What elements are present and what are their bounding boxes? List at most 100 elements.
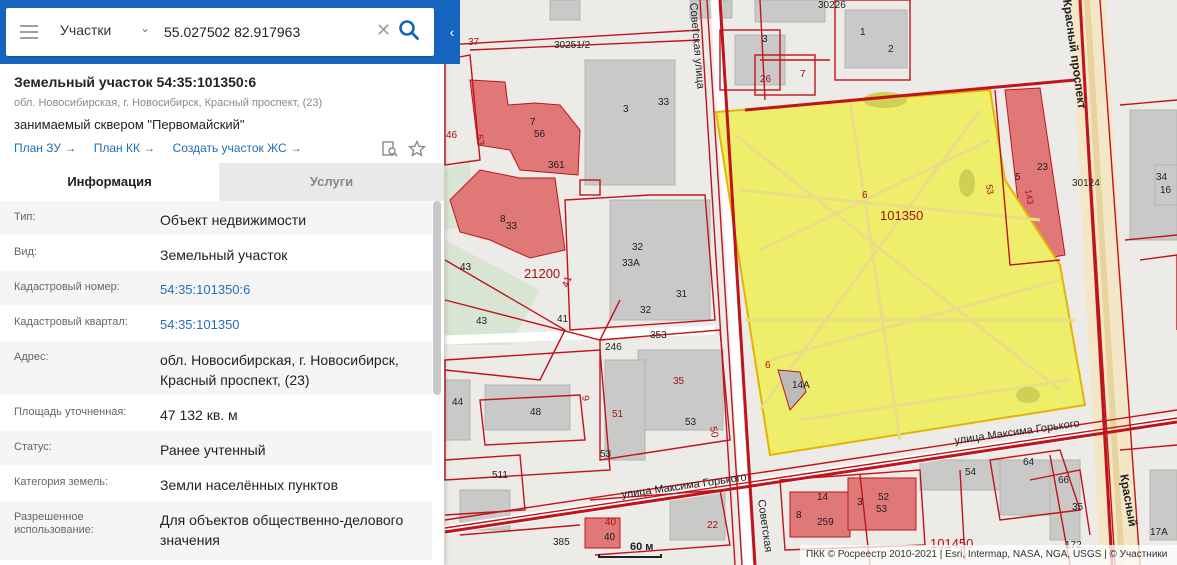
- svg-text:31: 31: [676, 289, 688, 300]
- fountain: [1016, 387, 1040, 403]
- svg-text:5: 5: [1015, 172, 1021, 183]
- parcel-description: занимаемый сквером "Первомайский": [14, 117, 245, 132]
- svg-text:3: 3: [623, 104, 629, 115]
- star-icon[interactable]: [408, 140, 426, 158]
- info-value: Ранее учтенный: [160, 442, 266, 458]
- svg-text:51: 51: [612, 409, 624, 420]
- plan-zu-link[interactable]: План ЗУ →: [14, 141, 76, 155]
- menu-icon[interactable]: [20, 25, 38, 39]
- info-key: Тип:: [14, 211, 36, 223]
- scale-bar: 60 м: [598, 540, 664, 560]
- parcel-id-label-2: 6: [765, 360, 771, 371]
- info-key: Адрес:: [14, 351, 49, 363]
- tab-services[interactable]: Услуги: [219, 163, 444, 201]
- info-row: Тип: Объект недвижимости: [0, 201, 432, 236]
- svg-text:14: 14: [817, 492, 829, 503]
- cadastral-number-link[interactable]: 54:35:101350:6: [160, 280, 430, 300]
- info-key: Категория земель:: [14, 476, 109, 488]
- svg-text:353: 353: [650, 330, 667, 341]
- svg-text:7: 7: [530, 117, 536, 128]
- svg-text:56: 56: [534, 129, 546, 140]
- quarter-label: 21200: [524, 266, 560, 281]
- search-input[interactable]: [164, 18, 369, 46]
- svg-text:22: 22: [707, 520, 719, 531]
- info-key: Кадастровый квартал:: [14, 316, 128, 328]
- svg-text:48: 48: [530, 407, 542, 418]
- cadastral-quarter-link[interactable]: 54:35:101350: [160, 315, 430, 335]
- info-panel: Участки ⌄ ✕ Земельный участок 54:35:1013…: [0, 0, 444, 565]
- collapse-panel-button[interactable]: ‹: [444, 0, 460, 64]
- document-search-icon[interactable]: [381, 140, 399, 158]
- info-row: Категория земель: Земли населённых пункт…: [0, 466, 432, 501]
- svg-text:53: 53: [876, 504, 888, 515]
- info-table: Тип: Объект недвижимости Вид: Земельный …: [0, 201, 432, 561]
- info-row: Вид: Земельный участок: [0, 236, 432, 271]
- info-row: Кадастровый номер: 54:35:101350:6: [0, 271, 432, 306]
- svg-text:43: 43: [460, 262, 472, 273]
- svg-text:44: 44: [452, 397, 464, 408]
- svg-text:40: 40: [605, 517, 617, 528]
- info-row: Кадастровый квартал: 54:35:101350: [0, 306, 432, 341]
- map-attribution: ПКК © Росреестр 2010-2021 | Esri, Interm…: [800, 545, 1177, 565]
- monument: [959, 169, 975, 197]
- svg-text:41: 41: [557, 314, 569, 325]
- info-row: Разрешенное использование: Для объектов …: [0, 501, 432, 561]
- info-value: Земли населённых пунктов: [160, 477, 339, 493]
- building-14a-label: 14А: [792, 380, 810, 391]
- svg-text:259: 259: [817, 517, 834, 528]
- svg-text:7: 7: [800, 69, 806, 80]
- create-parcel-link[interactable]: Создать участок ЖС →: [173, 141, 302, 155]
- svg-text:3: 3: [762, 34, 768, 45]
- svg-text:3: 3: [857, 497, 863, 508]
- svg-text:1: 1: [860, 27, 866, 38]
- info-key: Площадь уточненная:: [14, 406, 127, 418]
- svg-text:34: 34: [1156, 172, 1168, 183]
- plan-kk-link[interactable]: План КК →: [94, 141, 156, 155]
- scale-label: 60 м: [630, 541, 654, 553]
- parcel-id-label: 6: [862, 190, 868, 201]
- svg-text:8: 8: [796, 510, 802, 521]
- svg-text:361: 361: [548, 160, 565, 171]
- tab-bar: Информация Услуги: [0, 163, 444, 201]
- chevron-down-icon[interactable]: ⌄: [140, 21, 150, 35]
- svg-text:64: 64: [1023, 457, 1035, 468]
- info-key: Вид:: [14, 246, 37, 258]
- search-mode-select[interactable]: Участки: [60, 22, 111, 38]
- svg-text:53: 53: [984, 184, 996, 196]
- info-key: Статус:: [14, 441, 52, 453]
- parcel-links: План ЗУ → План КК → Создать участок ЖС →: [14, 141, 316, 155]
- info-value: 47 132 кв. м: [160, 407, 238, 423]
- info-value: Земельный участок: [160, 247, 288, 263]
- svg-text:33: 33: [658, 97, 670, 108]
- svg-text:54: 54: [965, 467, 977, 478]
- search-bar-container: Участки ⌄ ✕: [0, 0, 444, 64]
- clear-icon[interactable]: ✕: [376, 20, 391, 41]
- quarter-label: 30251/2: [554, 40, 591, 51]
- info-value: Объект недвижимости: [160, 212, 307, 228]
- svg-text:17А: 17А: [1150, 527, 1168, 538]
- info-value: Для объектов общественно-делового значен…: [160, 512, 404, 548]
- svg-text:511: 511: [492, 470, 508, 481]
- scrollbar[interactable]: [433, 201, 441, 395]
- svg-text:35: 35: [673, 376, 685, 387]
- parcel-address: обл. Новосибирская, г. Новосибирск, Крас…: [14, 97, 323, 109]
- info-key: Разрешенное использование:: [14, 511, 94, 536]
- search-box: Участки ⌄ ✕: [6, 8, 434, 56]
- app-root: 101350 6 6 14А улица Максима Горького ул…: [0, 0, 1177, 565]
- svg-text:53: 53: [600, 449, 612, 460]
- svg-text:35: 35: [1072, 502, 1084, 513]
- svg-text:33: 33: [506, 221, 518, 232]
- svg-text:32: 32: [632, 242, 644, 253]
- info-row: Статус: Ранее учтенный: [0, 431, 432, 466]
- svg-text:53: 53: [685, 417, 697, 428]
- search-icon[interactable]: [398, 19, 420, 41]
- tab-information[interactable]: Информация: [0, 163, 219, 201]
- svg-text:33А: 33А: [622, 258, 640, 269]
- svg-text:43: 43: [476, 316, 488, 327]
- svg-text:37: 37: [468, 37, 480, 48]
- quarter-label: 30226: [818, 0, 846, 11]
- quarter-label: 30124: [1072, 178, 1100, 189]
- svg-text:23: 23: [1037, 162, 1049, 173]
- svg-text:46: 46: [446, 130, 458, 141]
- info-key: Кадастровый номер:: [14, 281, 120, 293]
